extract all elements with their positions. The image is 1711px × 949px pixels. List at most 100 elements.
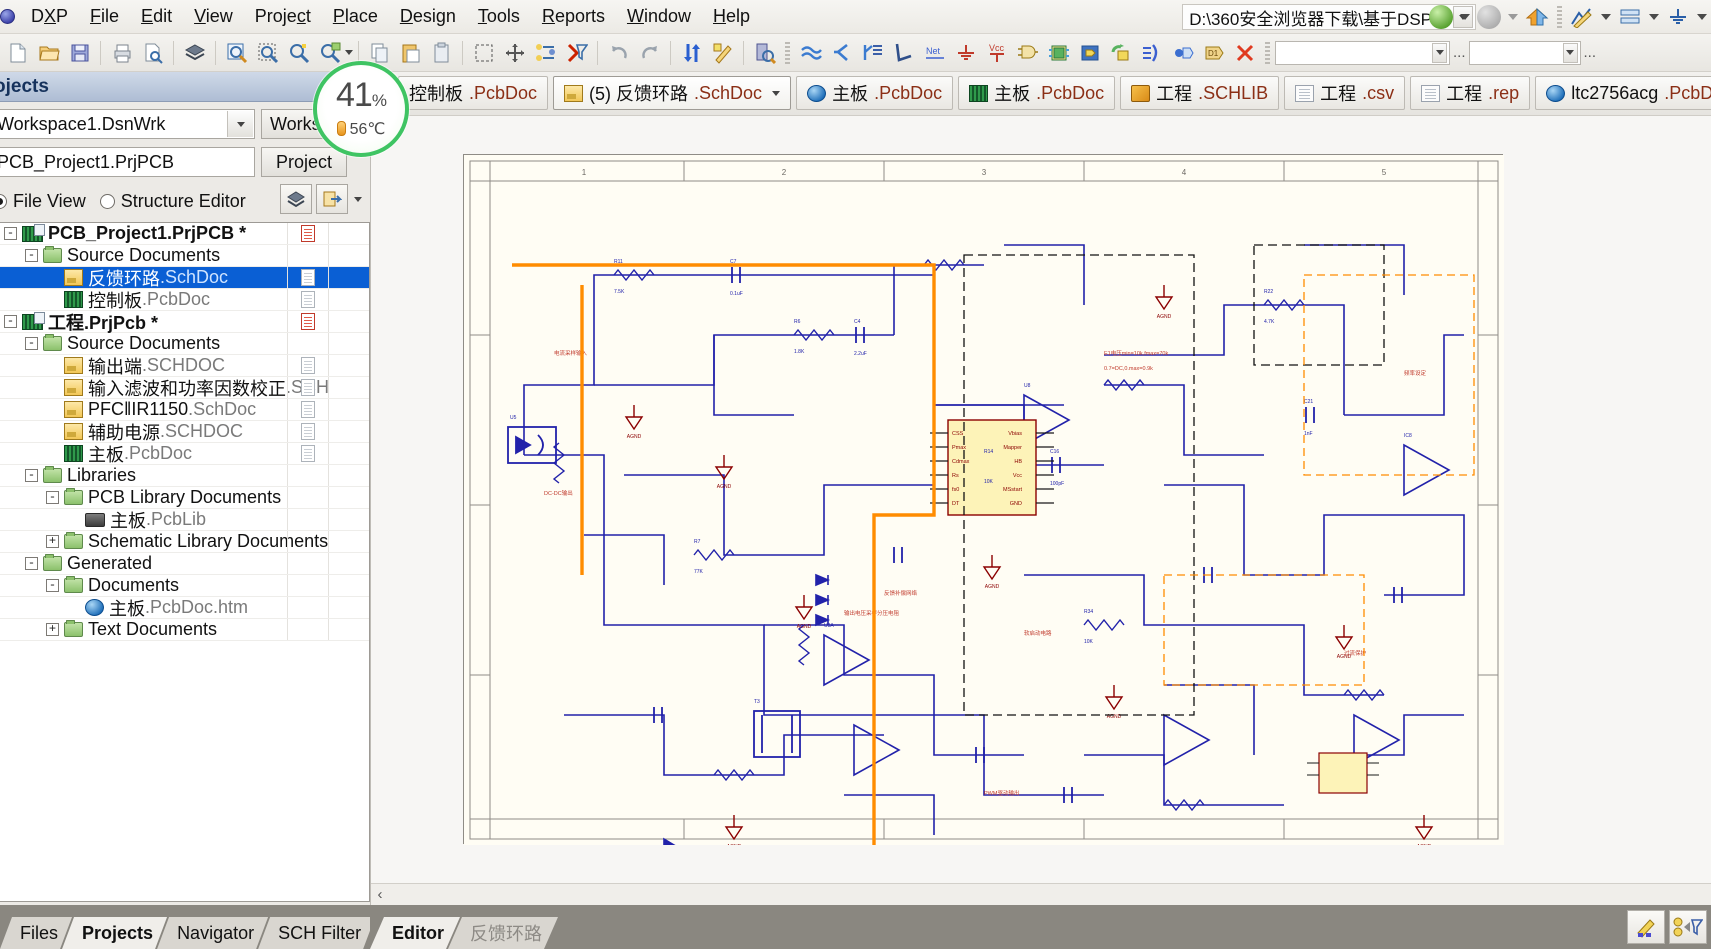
clear-filter-icon[interactable] — [561, 38, 592, 68]
measure-dropdown-icon[interactable] — [1601, 14, 1611, 20]
board-layers-icon[interactable] — [179, 38, 210, 68]
place-device-sheet-icon[interactable] — [1105, 38, 1136, 68]
schematic-sheet[interactable]: 123 45 CSS Pmax Cdmax Rs fs0 DT Vbias Ma… — [463, 154, 1504, 845]
tree-item[interactable]: 主板 .PcbDoc.htm — [0, 597, 369, 619]
tree-item[interactable]: - 工程.PrjPcb * — [0, 311, 369, 333]
menu-item-tools[interactable]: Tools — [467, 2, 531, 31]
panel-tab-navigator[interactable]: Navigator — [157, 917, 268, 949]
place-vcc-icon[interactable]: Vcc — [981, 38, 1012, 68]
toolbar-combo-1[interactable] — [1275, 40, 1450, 65]
align-icon[interactable] — [530, 38, 561, 68]
scroll-left-arrow-icon[interactable]: ‹ — [371, 885, 389, 905]
tree-item[interactable]: + Schematic Library Documents — [0, 531, 369, 553]
home-icon[interactable] — [1522, 2, 1552, 32]
zoom-area-icon[interactable] — [252, 38, 283, 68]
tree-item[interactable]: + Text Documents — [0, 619, 369, 641]
collapse-icon[interactable]: - — [46, 579, 59, 592]
place-port-icon[interactable] — [1167, 38, 1198, 68]
radio-file-view[interactable]: File View — [0, 191, 86, 212]
place-gnd-icon[interactable] — [950, 38, 981, 68]
navigate-back-icon[interactable] — [1426, 2, 1456, 32]
zoom-selected-icon[interactable] — [283, 38, 314, 68]
ground-symbol-icon[interactable] — [1663, 2, 1693, 32]
annotate-icon[interactable] — [707, 38, 738, 68]
place-net-label-icon[interactable]: Net — [919, 38, 950, 68]
document-tab-6[interactable]: 工程 .rep — [1410, 76, 1531, 110]
menu-item-dxp[interactable]: DXP — [20, 2, 79, 31]
place-sheet-entry-icon[interactable] — [1074, 38, 1105, 68]
back-dropdown-icon[interactable] — [1460, 14, 1470, 20]
menu-item-reports[interactable]: Reports — [531, 2, 616, 31]
toolbar-combo-1-ellipsis[interactable]: ... — [1450, 44, 1469, 61]
tree-item[interactable]: - Source Documents — [0, 245, 369, 267]
tree-item[interactable]: 辅助电源 .SCHDOC — [0, 421, 369, 443]
forward-dropdown-icon[interactable] — [1508, 14, 1518, 20]
document-tab-3[interactable]: 主板 .PcbDoc — [958, 76, 1116, 110]
place-harness-icon[interactable] — [1136, 38, 1167, 68]
collapse-icon[interactable]: - — [25, 337, 38, 350]
menu-item-edit[interactable]: Edit — [130, 2, 183, 31]
project-tree[interactable]: - PCB_Project1.PrjPCB * - Source Documents 反… — [0, 222, 370, 902]
expand-icon[interactable]: + — [46, 535, 59, 548]
toolbar-combo-2-caret-icon[interactable] — [1562, 42, 1578, 63]
place-line-icon[interactable] — [888, 38, 919, 68]
paste-icon[interactable] — [395, 38, 426, 68]
menu-item-project[interactable]: Project — [244, 2, 322, 31]
up-down-hierarchy-icon[interactable] — [676, 38, 707, 68]
paste-special-icon[interactable] — [426, 38, 457, 68]
collapse-icon[interactable]: - — [46, 491, 59, 504]
toolbar-grip[interactable] — [1557, 6, 1562, 28]
collapse-icon[interactable]: - — [25, 557, 38, 570]
open-folder-icon[interactable] — [33, 38, 64, 68]
document-tab-4[interactable]: 工程 .SCHLIB — [1120, 76, 1280, 110]
toolbar-combo-2-ellipsis[interactable]: ... — [1581, 44, 1600, 61]
toolbar-grip[interactable] — [785, 41, 790, 64]
layers-dropdown-icon[interactable] — [1649, 14, 1659, 20]
select-area-icon[interactable] — [468, 38, 499, 68]
menu-item-view[interactable]: View — [183, 2, 244, 31]
schematic-canvas[interactable]: 123 45 CSS Pmax Cdmax Rs fs0 DT Vbias Ma… — [371, 116, 1711, 883]
toolbar-combo-2[interactable] — [1468, 40, 1581, 65]
menu-item-window[interactable]: Window — [616, 2, 702, 31]
tree-item[interactable]: 主板 .PcbDoc — [0, 443, 369, 465]
document-tab-0[interactable]: 控制板 .PcbDoc — [398, 76, 549, 110]
document-tab-dropdown-icon[interactable] — [772, 90, 781, 96]
document-tab-2[interactable]: 主板 .PcbDoc — [796, 76, 954, 110]
zoom-filtered-icon[interactable] — [314, 38, 345, 68]
project-input[interactable]: PCB_Project1.PrjPCB — [0, 147, 255, 177]
place-designator-icon[interactable]: D1 — [1198, 38, 1229, 68]
tree-item[interactable]: - PCB_Project1.PrjPCB * — [0, 223, 369, 245]
menu-item-place[interactable]: Place — [322, 2, 389, 31]
place-bus-icon[interactable] — [826, 38, 857, 68]
ground-dropdown-icon[interactable] — [1697, 14, 1707, 20]
redo-icon[interactable] — [634, 38, 665, 68]
tree-item[interactable]: - PCB Library Documents — [0, 487, 369, 509]
document-tab-5[interactable]: 工程 .csv — [1284, 76, 1406, 110]
menu-item-design[interactable]: Design — [389, 2, 467, 31]
print-icon[interactable] — [106, 38, 137, 68]
place-bus-entry-icon[interactable] — [857, 38, 888, 68]
zoom-dropdown-icon[interactable] — [345, 50, 353, 55]
editor-tab-1[interactable]: 反馈环路 — [448, 917, 558, 949]
tree-item[interactable]: 输入滤波和功率因数校正.SCH — [0, 377, 369, 399]
workspace-combo[interactable]: Workspace1.DsnWrk — [0, 109, 255, 139]
mask-level-icon[interactable] — [1627, 910, 1665, 944]
collapse-icon[interactable]: - — [25, 249, 38, 262]
tree-item[interactable]: 主板 .PcbLib — [0, 509, 369, 531]
open-project-icon[interactable] — [316, 184, 348, 214]
print-preview-icon[interactable] — [137, 38, 168, 68]
cancel-icon[interactable] — [1229, 38, 1260, 68]
menu-item-file[interactable]: File — [79, 2, 130, 31]
project-button[interactable]: Project — [261, 147, 347, 177]
tree-item[interactable]: - Libraries — [0, 465, 369, 487]
tree-item[interactable]: - Generated — [0, 553, 369, 575]
board-icon[interactable] — [280, 184, 312, 214]
collapse-icon[interactable]: - — [4, 315, 17, 328]
undo-icon[interactable] — [603, 38, 634, 68]
document-tab-7[interactable]: ltc2756acg.PcbDoc — [1535, 76, 1711, 110]
new-document-icon[interactable] — [2, 38, 33, 68]
panel-tools-caret-icon[interactable] — [354, 196, 362, 202]
save-icon[interactable] — [64, 38, 95, 68]
collapse-icon[interactable]: - — [25, 469, 38, 482]
horizontal-scrollbar[interactable]: ‹ — [371, 883, 1711, 905]
